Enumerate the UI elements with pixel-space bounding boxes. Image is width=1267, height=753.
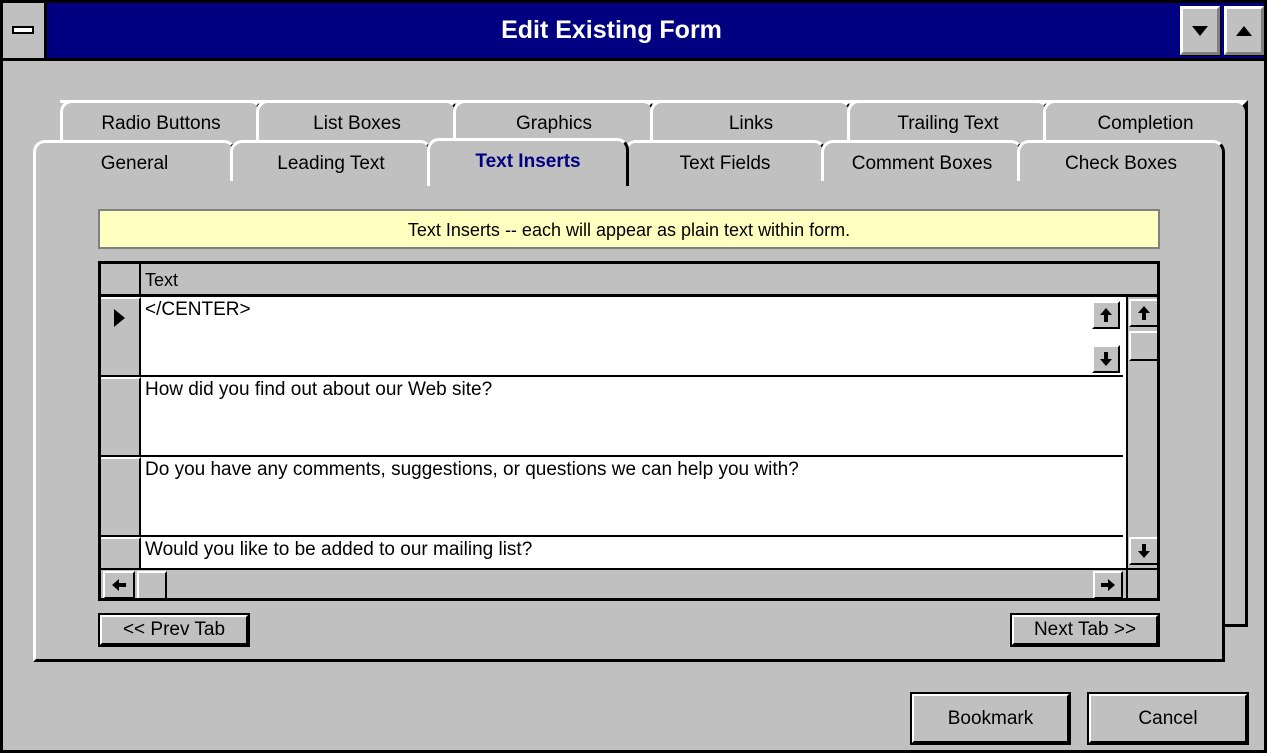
next-tab-button[interactable]: Next Tab >> <box>1010 613 1160 647</box>
cell-scroll-down-button[interactable] <box>1092 345 1120 373</box>
tab-text-fields[interactable]: Text Fields <box>624 140 826 186</box>
row-cell-text[interactable]: How did you find out about our Web site? <box>145 379 492 401</box>
row-selector[interactable] <box>101 537 141 568</box>
arrow-right-icon <box>1101 579 1115 591</box>
horizontal-scroll-thumb[interactable] <box>137 571 167 598</box>
scroll-down-button[interactable] <box>1129 537 1157 565</box>
grid-corner-cell <box>101 264 141 294</box>
row-cell-text[interactable]: Do you have any comments, suggestions, o… <box>145 459 799 481</box>
title-bar: Edit Existing Form <box>3 3 1264 61</box>
row-cell-text[interactable]: Would you like to be added to our mailin… <box>145 539 532 561</box>
prev-tab-button[interactable]: << Prev Tab <box>98 613 250 647</box>
info-bar: Text Inserts -- each will appear as plai… <box>98 209 1160 249</box>
arrow-up-icon <box>1100 308 1112 322</box>
arrow-up-icon <box>1138 306 1150 320</box>
tab-text-inserts[interactable]: Text Inserts <box>427 138 629 186</box>
table-row[interactable]: Do you have any comments, suggestions, o… <box>101 457 1123 537</box>
vertical-scrollbar[interactable] <box>1126 297 1157 568</box>
table-row[interactable]: How did you find out about our Web site? <box>101 377 1123 457</box>
bookmark-button[interactable]: Bookmark <box>912 694 1069 743</box>
row-selector[interactable] <box>101 377 141 455</box>
maximize-button[interactable] <box>1224 6 1264 55</box>
scroll-right-button[interactable] <box>1093 571 1123 598</box>
current-row-pointer-icon <box>114 309 125 327</box>
system-menu-button[interactable] <box>3 3 47 58</box>
table-row[interactable]: Would you like to be added to our mailin… <box>101 537 1123 568</box>
window-title: Edit Existing Form <box>501 16 722 44</box>
arrow-down-icon <box>1100 352 1112 366</box>
scroll-left-button[interactable] <box>103 571 135 598</box>
cell-scroll-up-button[interactable] <box>1092 301 1120 329</box>
row-cell-text[interactable]: </CENTER> <box>145 299 251 321</box>
vertical-scroll-thumb[interactable] <box>1129 331 1157 361</box>
horizontal-scrollbar[interactable] <box>101 568 1126 598</box>
arrow-left-icon <box>112 579 126 591</box>
column-header-text: Text <box>145 270 179 290</box>
tab-comment-boxes[interactable]: Comment Boxes <box>821 140 1023 186</box>
tab-general[interactable]: General <box>33 140 236 186</box>
system-menu-icon <box>12 26 34 34</box>
text-inserts-grid: Text </CENTER> How did you find out abou… <box>98 261 1160 601</box>
tab-leading-text[interactable]: Leading Text <box>230 140 432 186</box>
tab-check-boxes[interactable]: Check Boxes <box>1017 140 1225 186</box>
row-selector[interactable] <box>101 457 141 535</box>
scroll-up-button[interactable] <box>1129 299 1157 327</box>
scrollbar-corner <box>1126 568 1157 598</box>
minimize-button[interactable] <box>1180 6 1220 55</box>
cancel-button[interactable]: Cancel <box>1089 694 1247 743</box>
row-selector[interactable] <box>101 297 141 375</box>
triangle-down-icon <box>1192 25 1208 36</box>
edit-form-window: Edit Existing Form Radio Buttons List Bo… <box>0 0 1267 753</box>
arrow-down-icon <box>1138 544 1150 558</box>
table-row[interactable]: </CENTER> <box>101 297 1123 377</box>
grid-header-row: Text <box>101 264 1157 297</box>
triangle-up-icon <box>1236 25 1252 36</box>
